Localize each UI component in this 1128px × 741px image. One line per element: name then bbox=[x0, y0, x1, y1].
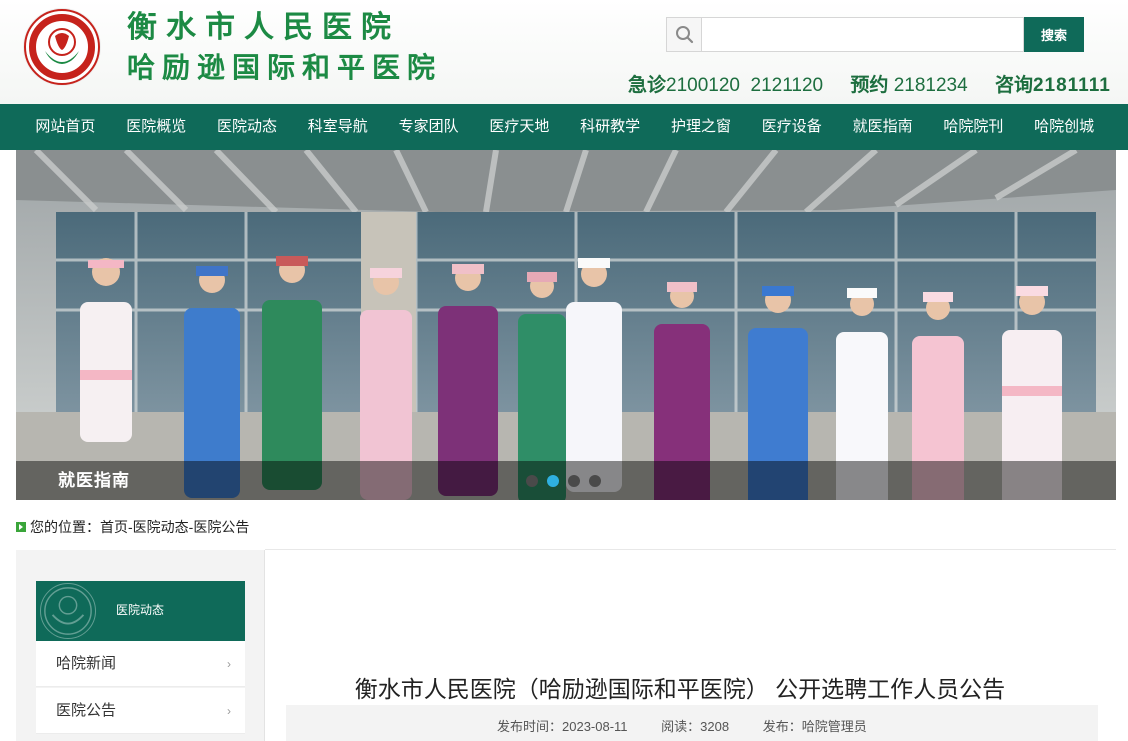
sidebar-item-label: 哈院新闻 bbox=[56, 655, 117, 672]
nav-item-departments[interactable]: 科室导航 bbox=[292, 104, 383, 150]
appointment-number: 2181234 bbox=[893, 75, 968, 96]
banner-dot-2[interactable] bbox=[547, 475, 559, 487]
sidebar: 医院动态 哈院新闻 › 医院公告 › bbox=[16, 550, 265, 741]
search-box bbox=[666, 17, 1024, 52]
breadcrumb-news[interactable]: -医院动态 bbox=[128, 517, 189, 537]
hotline-bar: 急诊2100120 2121120 预约 2181234 咨询2181111 bbox=[628, 70, 1111, 97]
nav-item-equipment[interactable]: 医疗设备 bbox=[746, 104, 837, 150]
breadcrumb: 您的位置： 首页 -医院动态 -医院公告 bbox=[16, 517, 249, 537]
banner-caption[interactable]: 就医指南 bbox=[58, 461, 130, 500]
breadcrumb-notice[interactable]: -医院公告 bbox=[189, 517, 250, 537]
emergency-label: 急诊 bbox=[628, 75, 667, 96]
nav-item-guide[interactable]: 就医指南 bbox=[837, 104, 928, 150]
banner-dot-4[interactable] bbox=[589, 475, 601, 487]
emergency-numbers: 2100120 2121120 bbox=[666, 75, 824, 96]
nav-item-journal[interactable]: 哈院院刊 bbox=[928, 104, 1019, 150]
hotline-appointment: 预约 2181234 bbox=[850, 75, 967, 96]
search-bar: 搜索 bbox=[666, 17, 1084, 52]
article-meta: 发布时间：2023-08-11 阅读：3208 发布：哈院管理员 bbox=[286, 705, 1098, 741]
sidebar-item-hospital-notice[interactable]: 医院公告 › bbox=[36, 688, 245, 734]
nav-item-civilization[interactable]: 哈院创城 bbox=[1019, 104, 1110, 150]
breadcrumb-prefix: 您的位置： bbox=[30, 519, 100, 535]
breadcrumb-arrow-icon bbox=[16, 522, 26, 532]
main-nav: 网站首页 医院概览 医院动态 科室导航 专家团队 医疗天地 科研教学 护理之窗 … bbox=[0, 104, 1128, 150]
site-header: 衡水市人民医院 哈励逊国际和平医院 搜索 急诊2100120 2121120 预… bbox=[0, 0, 1128, 104]
article-title: 衡水市人民医院（哈励逊国际和平医院） 公开选聘工作人员公告 bbox=[354, 676, 1006, 702]
banner-slideshow[interactable] bbox=[16, 150, 1116, 500]
article-date: 发布时间：2023-08-11 bbox=[497, 719, 628, 734]
sidebar-item-label: 医院公告 bbox=[56, 702, 117, 719]
nav-item-medical[interactable]: 医疗天地 bbox=[474, 104, 565, 150]
sidebar-item-hospital-news[interactable]: 哈院新闻 › bbox=[36, 641, 245, 687]
sidebar-title: 医院动态 bbox=[116, 603, 165, 617]
nav-item-overview[interactable]: 医院概览 bbox=[111, 104, 202, 150]
logo-emblem-icon bbox=[45, 28, 79, 64]
nav-item-research[interactable]: 科研教学 bbox=[565, 104, 656, 150]
breadcrumb-home[interactable]: 首页 bbox=[100, 517, 128, 537]
hospital-logo[interactable] bbox=[24, 9, 100, 85]
banner-image bbox=[16, 150, 1116, 500]
nav-item-experts[interactable]: 专家团队 bbox=[383, 104, 474, 150]
breadcrumb-divider bbox=[265, 549, 1116, 550]
hotline-emergency: 急诊2100120 2121120 bbox=[628, 75, 823, 96]
site-title-line2: 哈励逊国际和平医院 bbox=[127, 51, 443, 84]
site-title-line1: 衡水市人民医院 bbox=[127, 10, 400, 45]
consult-label: 咨询 bbox=[994, 75, 1033, 96]
article-reads: 阅读：3208 bbox=[661, 719, 730, 734]
search-icon[interactable] bbox=[667, 18, 702, 51]
chevron-right-icon: › bbox=[227, 657, 231, 671]
search-button[interactable]: 搜索 bbox=[1024, 17, 1084, 52]
nav-item-news[interactable]: 医院动态 bbox=[202, 104, 293, 150]
sidebar-header: 医院动态 bbox=[36, 581, 245, 641]
hotline-consult: 咨询2181111 bbox=[995, 75, 1111, 96]
article-publisher: 发布：哈院管理员 bbox=[762, 719, 867, 734]
chevron-right-icon: › bbox=[227, 704, 231, 718]
search-input[interactable] bbox=[703, 18, 1023, 51]
site-title: 衡水市人民医院 哈励逊国际和平医院 bbox=[127, 8, 442, 88]
consult-number: 2181111 bbox=[1032, 75, 1111, 96]
nav-item-home[interactable]: 网站首页 bbox=[20, 104, 111, 150]
appointment-label: 预约 bbox=[850, 75, 889, 96]
banner-pagination bbox=[526, 475, 601, 487]
nav-item-nursing[interactable]: 护理之窗 bbox=[656, 104, 747, 150]
banner-dot-3[interactable] bbox=[568, 475, 580, 487]
banner-dot-1[interactable] bbox=[526, 475, 538, 487]
sidebar-logo-icon bbox=[40, 583, 96, 639]
